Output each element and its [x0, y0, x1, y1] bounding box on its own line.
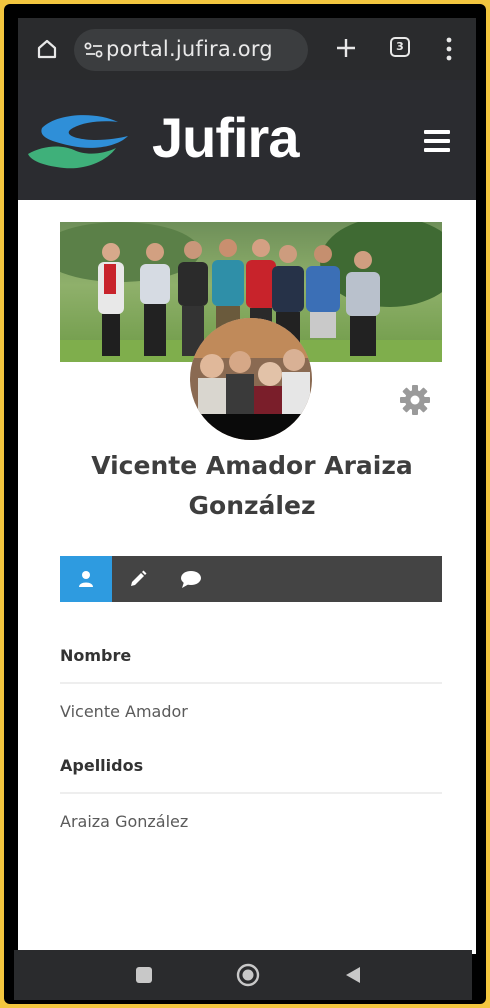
avatar[interactable]	[190, 318, 312, 440]
home-icon[interactable]	[36, 38, 58, 60]
url-text: portal.jufira.org	[106, 37, 273, 61]
recents-icon[interactable]	[136, 967, 152, 983]
tab-profile[interactable]	[60, 556, 112, 602]
field-label-apellidos: Apellidos	[60, 756, 144, 775]
tab-edit[interactable]	[112, 556, 164, 602]
profile-name: Vicente Amador Araiza González	[91, 451, 413, 520]
more-vert-icon[interactable]	[444, 36, 454, 62]
phone-frame: portal.jufira.org 3 Jufira Vicente Amado…	[4, 4, 486, 1004]
gear-icon[interactable]	[399, 384, 431, 416]
site-info-icon[interactable]	[84, 41, 104, 59]
profile-tab-bar	[60, 556, 442, 602]
avatar-image	[190, 318, 312, 440]
browser-toolbar: portal.jufira.org 3	[18, 18, 476, 80]
field-value-nombre: Vicente Amador	[60, 702, 188, 721]
field-value-apellidos: Araiza González	[60, 812, 189, 831]
screen: portal.jufira.org 3 Jufira Vicente Amado…	[18, 18, 476, 954]
tabs-icon[interactable]: 3	[390, 37, 410, 57]
tab-comments[interactable]	[164, 556, 216, 602]
field-divider	[60, 792, 442, 794]
user-icon	[79, 571, 93, 587]
system-nav-bar	[14, 950, 472, 1000]
comment-icon	[181, 571, 201, 588]
field-divider	[60, 682, 442, 684]
jufira-logo-icon[interactable]	[24, 110, 138, 172]
plus-icon[interactable]	[334, 36, 358, 60]
back-icon[interactable]	[344, 965, 362, 985]
address-bar[interactable]: portal.jufira.org	[74, 29, 308, 71]
pencil-icon	[131, 570, 147, 586]
hamburger-menu-icon[interactable]	[424, 130, 450, 152]
home-circle-icon[interactable]	[236, 963, 260, 987]
field-label-nombre: Nombre	[60, 646, 132, 665]
site-logo-text[interactable]: Jufira	[152, 108, 299, 168]
site-header: Jufira	[18, 80, 476, 200]
